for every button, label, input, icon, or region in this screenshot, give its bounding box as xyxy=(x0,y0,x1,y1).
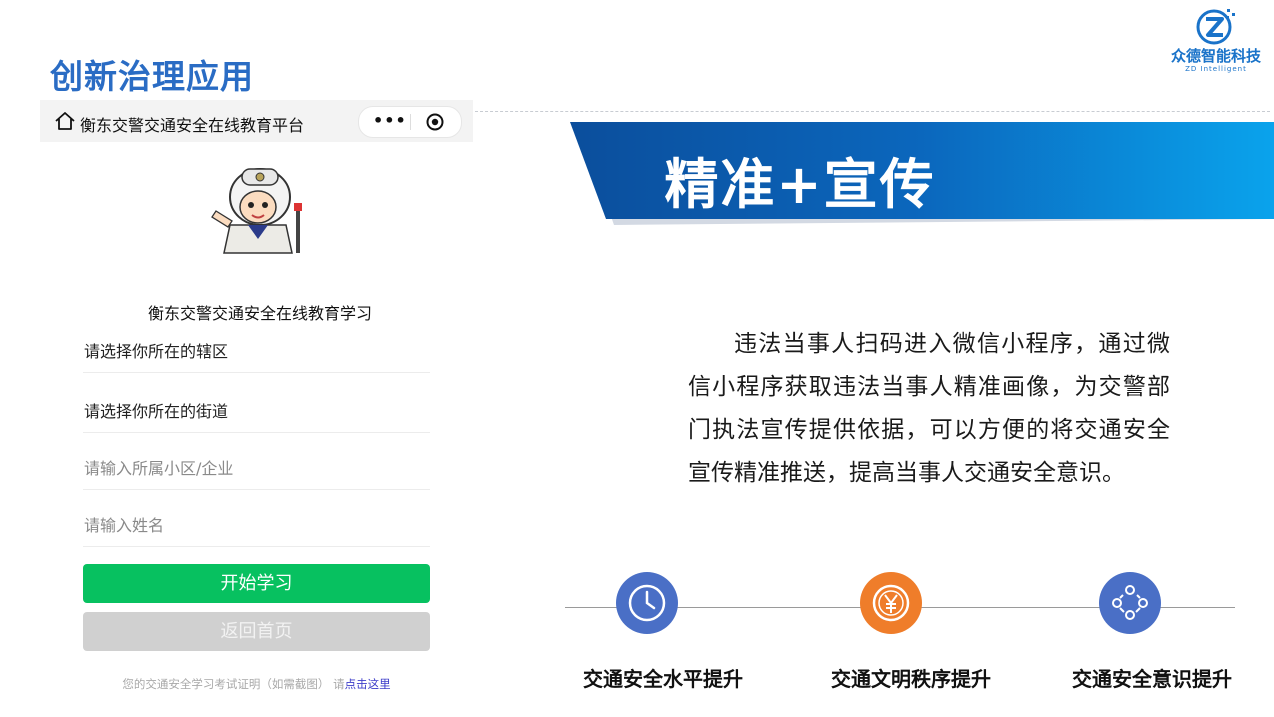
nav-title: 衡东交警交通安全在线教育平台 xyxy=(80,116,305,135)
mini-program-nav-bar: 衡东交警交通安全在线教育平台 ••• xyxy=(40,100,473,142)
district-select[interactable]: 请选择你所在的辖区 xyxy=(83,330,430,373)
home-icon[interactable] xyxy=(54,111,76,131)
street-select[interactable]: 请选择你所在的街道 xyxy=(83,390,430,433)
community-input[interactable]: 请输入所属小区/企业 xyxy=(83,447,430,490)
more-options-icon[interactable]: ••• xyxy=(373,113,407,129)
start-learning-button[interactable]: 开始学习 xyxy=(83,564,430,603)
capsule-menu: ••• xyxy=(358,106,462,138)
community-input-placeholder: 请输入所属小区/企业 xyxy=(84,459,234,478)
certificate-footnote: 您的交通安全学习考试证明（如需截图） 请点击这里 xyxy=(40,676,473,692)
company-logo: 众德智能科技 ZD Intelligent xyxy=(1160,5,1272,73)
back-home-button[interactable]: 返回首页 xyxy=(83,612,430,651)
divider xyxy=(475,111,1270,112)
district-select-label: 请选择你所在的辖区 xyxy=(84,342,229,361)
zd-logo-icon xyxy=(1196,9,1235,45)
name-input-placeholder: 请输入姓名 xyxy=(84,516,165,535)
company-name: 众德智能科技 xyxy=(1170,47,1261,65)
company-subtitle: ZD Intelligent xyxy=(1185,65,1247,73)
street-select-label: 请选择你所在的街道 xyxy=(84,402,229,421)
description-paragraph: 违法当事人扫码进入微信小程序，通过微信小程序获取违法当事人精准画像，为交警部门执… xyxy=(688,331,1170,486)
police-mascot-icon xyxy=(211,168,302,254)
footnote-text: 您的交通安全学习考试证明（如需截图） 请 xyxy=(122,677,345,691)
name-input[interactable]: 请输入姓名 xyxy=(83,504,430,547)
metric-label-safety-level: 交通安全水平提升 xyxy=(583,667,743,691)
clock-icon xyxy=(616,572,678,634)
yuan-coin-icon xyxy=(860,572,922,634)
click-here-link[interactable]: 点击这里 xyxy=(345,677,391,691)
metric-label-civility-order: 交通文明秩序提升 xyxy=(831,667,991,691)
phone-screenshot: 衡东交警交通安全在线教育平台 ••• 衡东交警交通安全在线教育学习 请选择你所在… xyxy=(40,100,473,717)
page-title: 创新治理应用 xyxy=(50,57,254,96)
metric-label-safety-awareness: 交通安全意识提升 xyxy=(1072,667,1232,691)
close-target-icon[interactable] xyxy=(426,113,444,131)
capsule-separator xyxy=(410,114,411,130)
people-network-icon xyxy=(1099,572,1161,634)
app-heading: 衡东交警交通安全在线教育学习 xyxy=(147,304,372,323)
banner-title: 精准+宣传 xyxy=(664,153,936,216)
